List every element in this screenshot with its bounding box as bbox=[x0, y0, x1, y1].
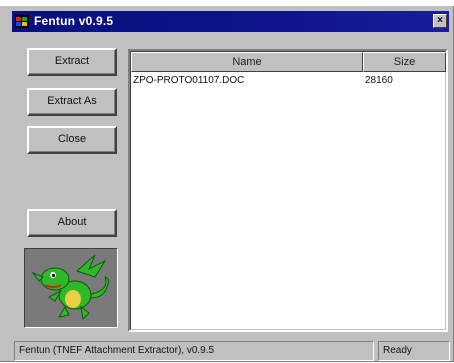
window-title: Fentun v0.9.5 bbox=[34, 14, 114, 28]
column-header-name[interactable]: Name bbox=[131, 52, 363, 72]
close-window-button[interactable]: × bbox=[433, 14, 447, 28]
table-row[interactable]: ZPO-PROTO01107.DOC 28160 bbox=[133, 74, 443, 89]
column-header-size[interactable]: Size bbox=[363, 52, 446, 72]
list-frame: Name Size ZPO-PROTO01107.DOC 28160 bbox=[130, 51, 446, 330]
about-button[interactable]: About bbox=[27, 209, 117, 237]
file-name-cell: ZPO-PROTO01107.DOC bbox=[133, 75, 245, 86]
logo-panel bbox=[24, 248, 118, 328]
extract-as-button[interactable]: Extract As bbox=[27, 88, 117, 116]
dragon-icon bbox=[31, 254, 110, 321]
app-icon bbox=[15, 15, 29, 28]
title-bar[interactable]: Fentun v0.9.5 × bbox=[12, 11, 449, 32]
status-state: Ready bbox=[378, 341, 450, 361]
extract-button[interactable]: Extract bbox=[27, 48, 117, 76]
app-window: Fentun v0.9.5 × Extract Extract As Close… bbox=[0, 6, 454, 362]
attachment-list[interactable]: Name Size ZPO-PROTO01107.DOC 28160 bbox=[128, 49, 448, 332]
close-button[interactable]: Close bbox=[27, 126, 117, 154]
status-message: Fentun (TNEF Attachment Extractor), v0.9… bbox=[14, 341, 374, 361]
file-size-cell: 28160 bbox=[365, 75, 393, 86]
